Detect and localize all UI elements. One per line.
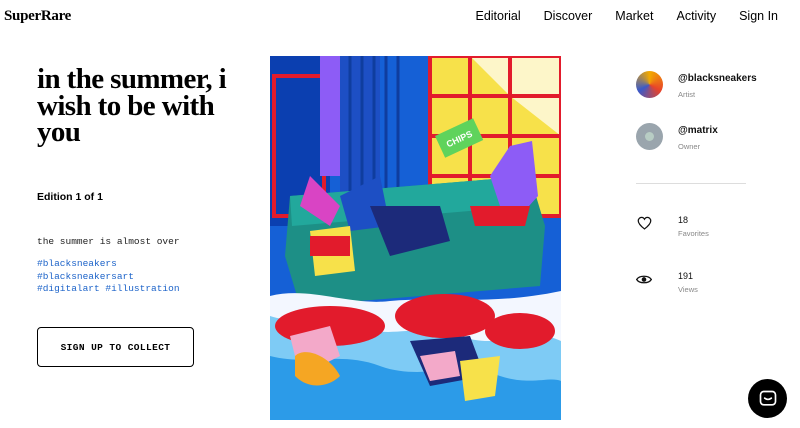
nav-market[interactable]: Market [615, 9, 653, 23]
heart-icon[interactable] [636, 215, 652, 231]
views-count: 191 [678, 271, 694, 281]
nav-activity[interactable]: Activity [676, 9, 716, 23]
artwork-title: in the summer, i wish to be with you [37, 63, 227, 148]
views-stat: 191 Views [636, 271, 698, 294]
superrare-logo[interactable]: SuperRare [4, 8, 71, 25]
artist-role-label: Artist [678, 90, 696, 99]
views-label: Views [678, 285, 698, 294]
nav-discover[interactable]: Discover [544, 9, 593, 23]
tag-blacksneakersart[interactable]: #blacksneakersart [37, 271, 180, 284]
owner-handle[interactable]: @matrix [678, 125, 718, 136]
sign-up-to-collect-button[interactable]: SIGN UP TO COLLECT [37, 327, 194, 367]
tag-list: #blacksneakers #blacksneakersart #digita… [37, 258, 180, 296]
tag-digitalart-illustration[interactable]: #digitalart #illustration [37, 283, 180, 296]
divider [636, 183, 746, 184]
eye-icon [636, 271, 652, 287]
artist-row[interactable]: @blacksneakers Artist [636, 71, 757, 99]
owner-role-label: Owner [678, 142, 701, 151]
favorites-label: Favorites [678, 229, 709, 238]
chat-icon [759, 390, 776, 406]
chat-button[interactable] [748, 379, 787, 418]
artwork-illustration: CHIPS [270, 56, 561, 420]
edition-label: Edition 1 of 1 [37, 191, 103, 203]
tag-blacksneakers[interactable]: #blacksneakers [37, 258, 180, 271]
nav-sign-in[interactable]: Sign In [739, 9, 778, 23]
artist-avatar[interactable] [636, 71, 663, 98]
nav-editorial[interactable]: Editorial [475, 9, 520, 23]
artist-handle[interactable]: @blacksneakers [678, 73, 757, 84]
owner-row[interactable]: @matrix Owner [636, 123, 718, 151]
favorites-count: 18 [678, 215, 689, 225]
owner-avatar[interactable] [636, 123, 663, 150]
artwork-description: the summer is almost over [37, 236, 180, 247]
top-navigation: Editorial Discover Market Activity Sign … [452, 9, 778, 23]
artwork-image[interactable]: CHIPS [270, 56, 561, 420]
favorites-stat: 18 Favorites [636, 215, 709, 238]
